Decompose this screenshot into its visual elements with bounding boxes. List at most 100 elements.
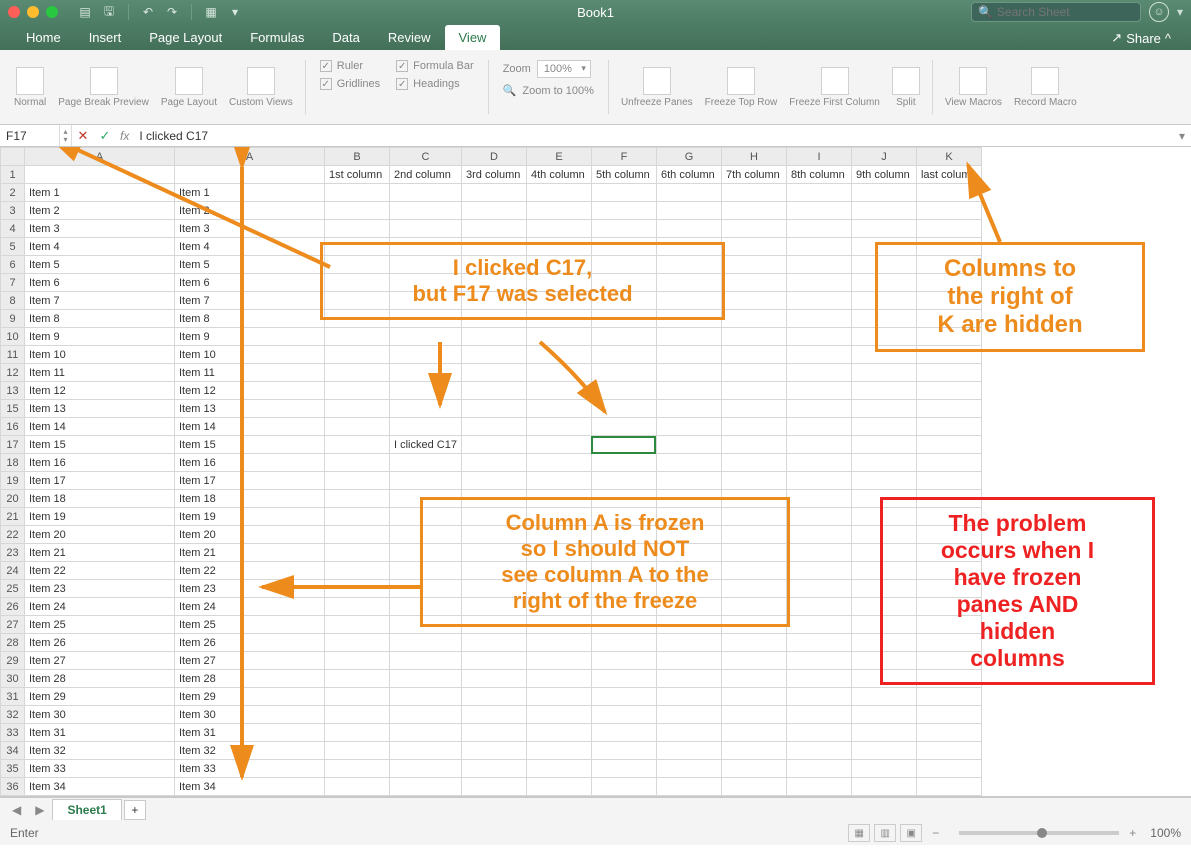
cell[interactable] (916, 238, 981, 256)
cell[interactable] (390, 346, 462, 364)
col-header-G[interactable]: G (656, 148, 721, 166)
row-header[interactable]: 1 (1, 166, 25, 184)
cell[interactable] (721, 220, 786, 238)
cell[interactable] (916, 328, 981, 346)
cell[interactable] (526, 202, 591, 220)
cell[interactable] (526, 382, 591, 400)
cell[interactable] (390, 508, 462, 526)
cell[interactable] (851, 490, 916, 508)
cell[interactable]: Item 10 (175, 346, 325, 364)
cell[interactable] (721, 634, 786, 652)
page-break-view-icon[interactable]: ▣ (900, 824, 922, 842)
col-header-A[interactable]: A (175, 148, 325, 166)
cell[interactable] (786, 202, 851, 220)
cell[interactable] (916, 742, 981, 760)
cell[interactable] (461, 364, 526, 382)
cell[interactable] (656, 238, 721, 256)
cell[interactable] (526, 760, 591, 778)
tab-data[interactable]: Data (318, 25, 373, 50)
cell[interactable] (526, 544, 591, 562)
cell[interactable] (721, 526, 786, 544)
cell[interactable] (721, 670, 786, 688)
cell[interactable]: Item 7 (25, 292, 175, 310)
cell[interactable] (851, 526, 916, 544)
cell[interactable] (461, 220, 526, 238)
cell[interactable]: 7th column (721, 166, 786, 184)
cell[interactable] (721, 310, 786, 328)
cell[interactable] (916, 310, 981, 328)
cell[interactable] (851, 562, 916, 580)
cell[interactable]: 9th column (851, 166, 916, 184)
cell[interactable] (325, 220, 390, 238)
cell[interactable] (325, 742, 390, 760)
cell[interactable] (526, 256, 591, 274)
cell[interactable] (916, 526, 981, 544)
cell[interactable] (721, 580, 786, 598)
cell[interactable] (325, 526, 390, 544)
cell[interactable] (461, 634, 526, 652)
cell[interactable] (786, 652, 851, 670)
cell[interactable] (656, 490, 721, 508)
row-header[interactable]: 11 (1, 346, 25, 364)
row-header[interactable]: 22 (1, 526, 25, 544)
minimize-window[interactable] (27, 6, 39, 18)
cell[interactable] (591, 562, 656, 580)
cell[interactable] (390, 580, 462, 598)
cell[interactable] (656, 184, 721, 202)
spreadsheet-grid[interactable]: AABCDEFGHIJK11st column2nd column3rd col… (0, 147, 1191, 797)
cell[interactable] (786, 688, 851, 706)
tab-insert[interactable]: Insert (75, 25, 136, 50)
headings-checkbox[interactable]: ✓Headings (396, 78, 474, 90)
cell[interactable] (916, 508, 981, 526)
cell[interactable] (851, 778, 916, 796)
cell[interactable] (656, 292, 721, 310)
row-header[interactable]: 9 (1, 310, 25, 328)
row-header[interactable]: 35 (1, 760, 25, 778)
print-icon[interactable]: ▦ (202, 3, 220, 21)
row-header[interactable]: 31 (1, 688, 25, 706)
cell[interactable] (916, 652, 981, 670)
tab-next[interactable]: ▶ (29, 803, 50, 817)
normal-view-icon[interactable]: ▦ (848, 824, 870, 842)
cell[interactable]: Item 1 (175, 184, 325, 202)
cell[interactable]: Item 27 (175, 652, 325, 670)
cell[interactable] (325, 382, 390, 400)
cell[interactable] (786, 616, 851, 634)
view-page-break-preview[interactable]: Page Break Preview (52, 54, 155, 120)
cell[interactable] (390, 184, 462, 202)
cell[interactable] (325, 670, 390, 688)
cell[interactable]: Item 21 (25, 544, 175, 562)
cell[interactable] (461, 796, 526, 798)
cell[interactable] (390, 382, 462, 400)
cell[interactable] (390, 364, 462, 382)
row-header[interactable]: 16 (1, 418, 25, 436)
cell[interactable] (461, 706, 526, 724)
cell[interactable]: Item 20 (175, 526, 325, 544)
row-header[interactable]: 26 (1, 598, 25, 616)
cell[interactable]: Item 11 (25, 364, 175, 382)
cell[interactable] (591, 778, 656, 796)
cell[interactable] (461, 760, 526, 778)
ruler-checkbox[interactable]: ✓Ruler (320, 60, 380, 72)
cell[interactable]: Item 6 (25, 274, 175, 292)
cell[interactable] (851, 364, 916, 382)
cell[interactable] (526, 616, 591, 634)
cell[interactable] (591, 616, 656, 634)
cell[interactable] (390, 256, 462, 274)
cell[interactable] (325, 292, 390, 310)
cell[interactable]: Item 2 (25, 202, 175, 220)
cell[interactable] (786, 274, 851, 292)
col-header-H[interactable]: H (721, 148, 786, 166)
cell[interactable] (325, 328, 390, 346)
cell[interactable] (461, 436, 526, 454)
cell[interactable] (851, 310, 916, 328)
cell[interactable] (526, 742, 591, 760)
cell[interactable] (591, 292, 656, 310)
cell[interactable] (591, 436, 656, 454)
panes-split[interactable]: Split (886, 54, 926, 120)
cell[interactable] (390, 706, 462, 724)
cell[interactable] (461, 292, 526, 310)
cell[interactable] (390, 616, 462, 634)
cell[interactable] (786, 256, 851, 274)
cell[interactable] (461, 580, 526, 598)
